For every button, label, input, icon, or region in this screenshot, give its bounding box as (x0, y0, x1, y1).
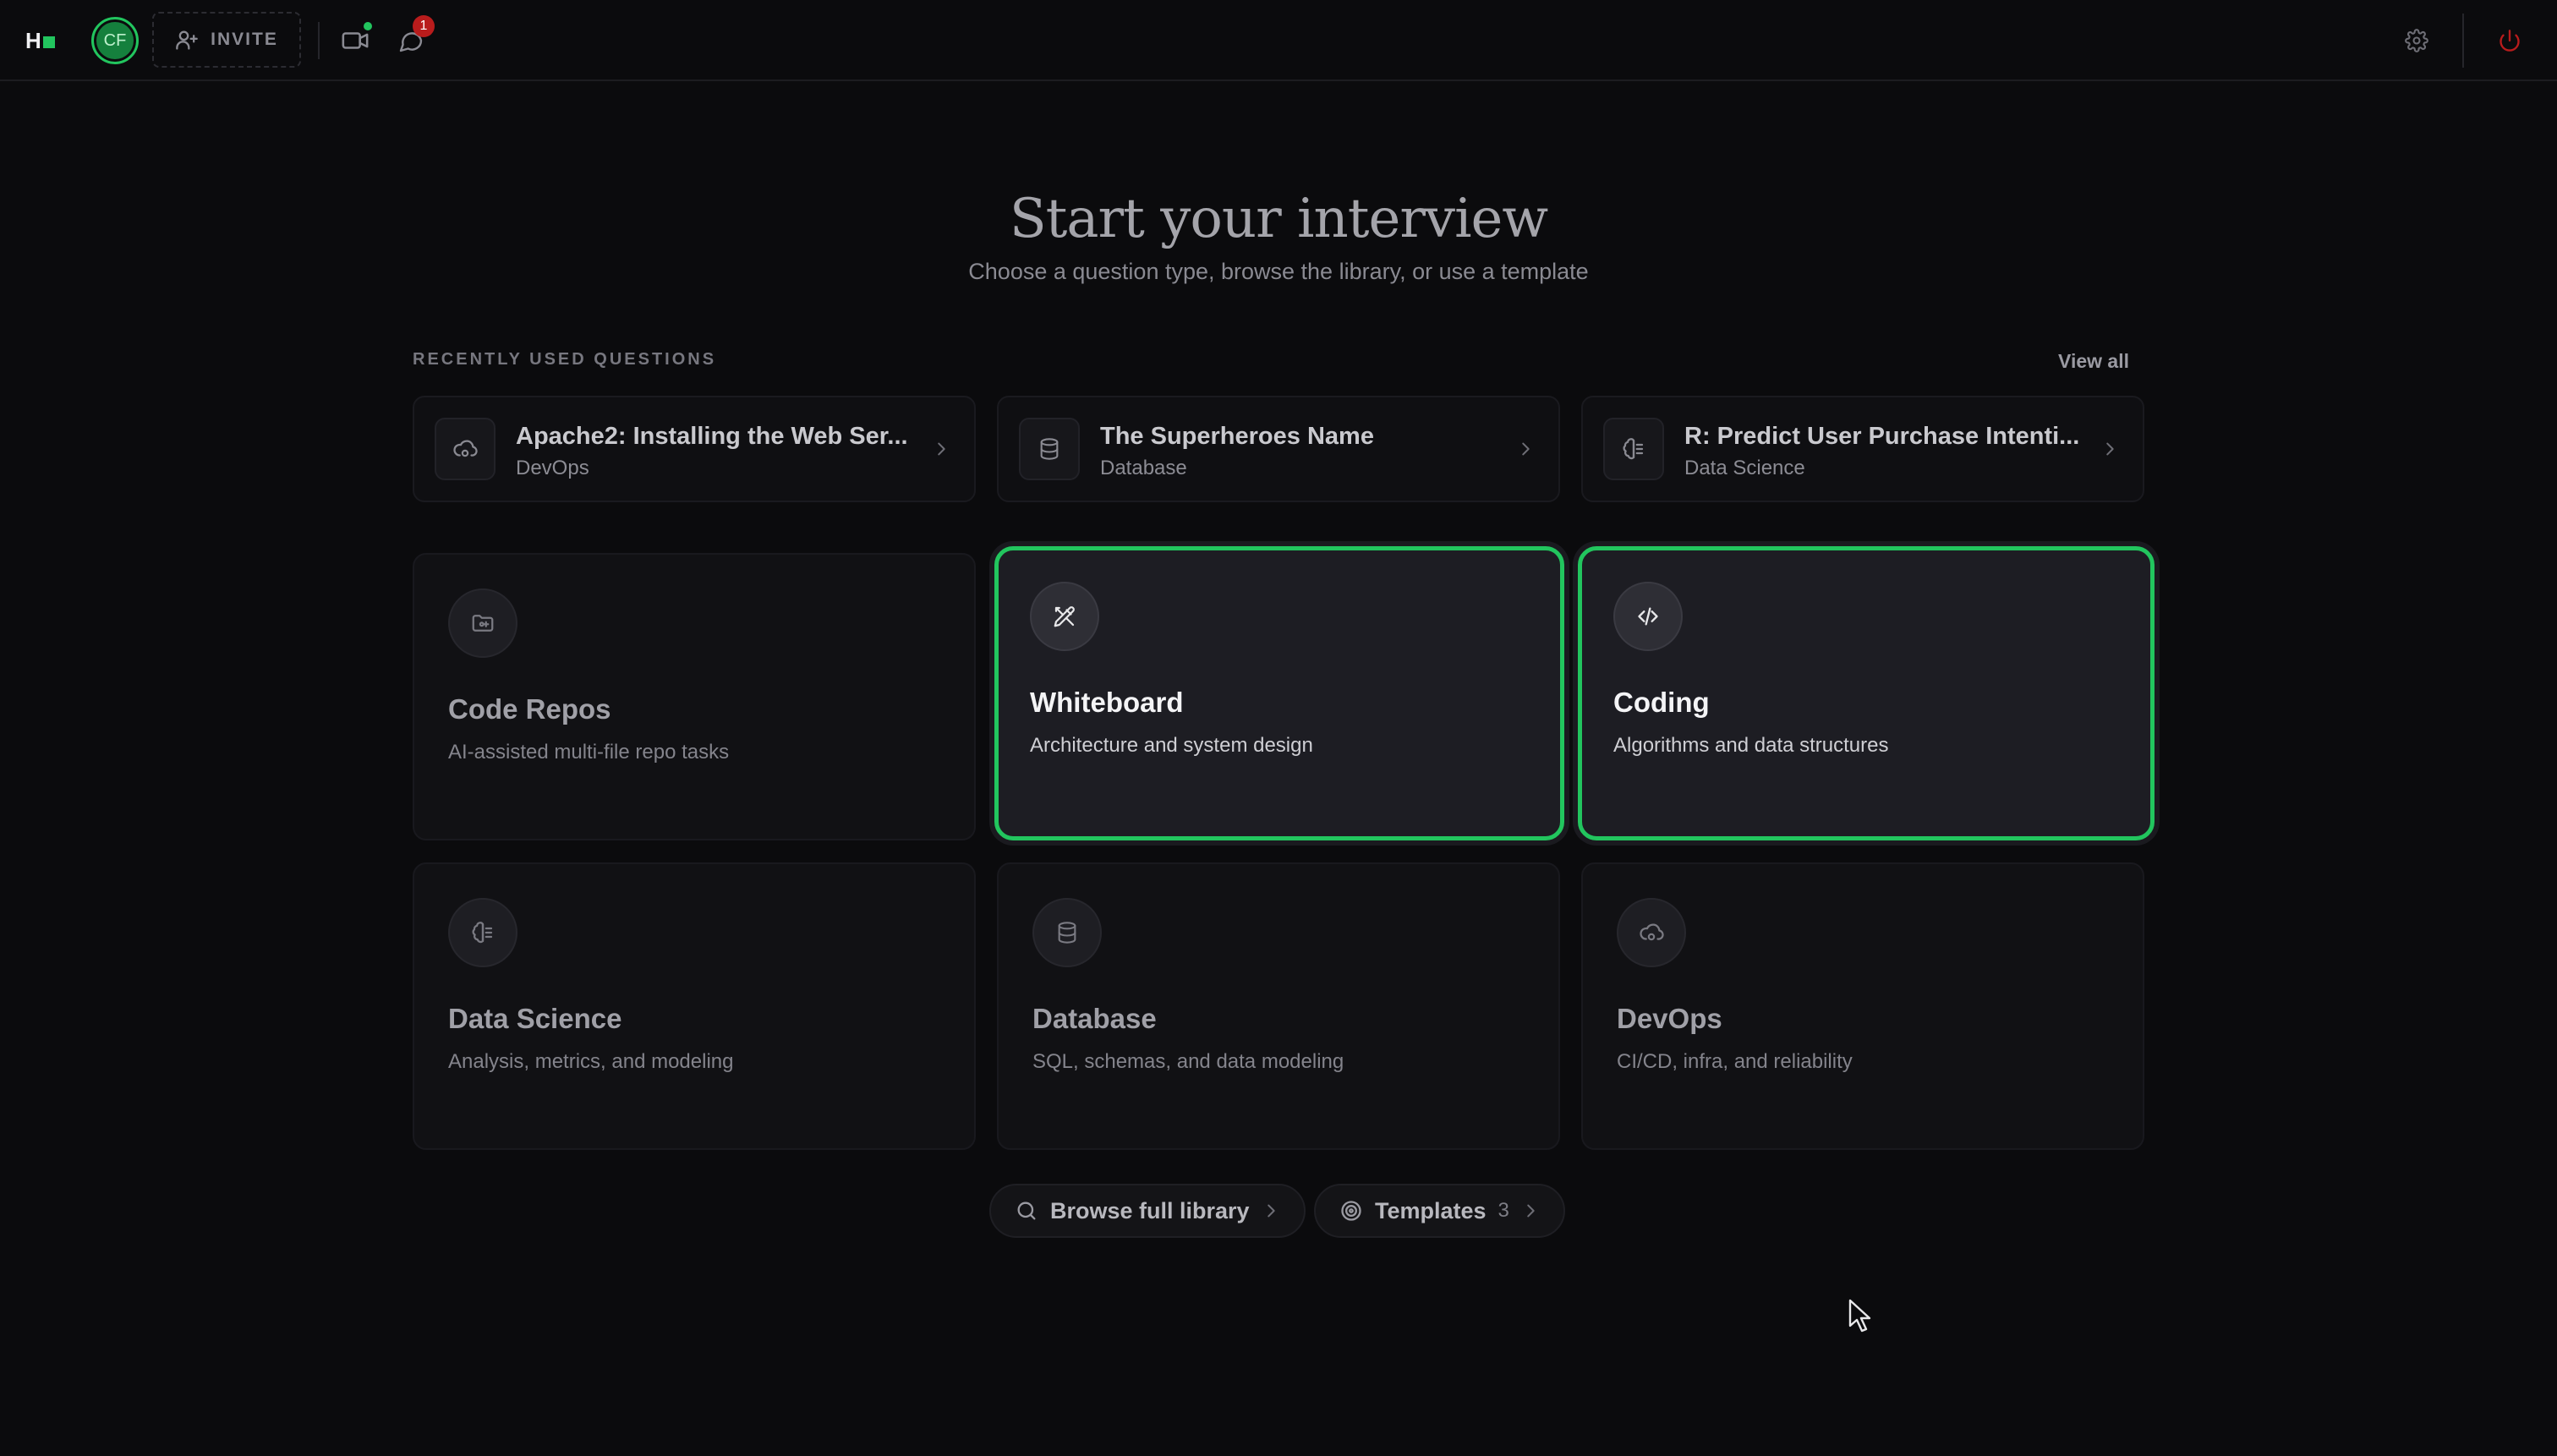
type-card-database[interactable]: Database SQL, schemas, and data modeling (997, 862, 1560, 1150)
type-card-devops[interactable]: DevOps CI/CD, infra, and reliability (1581, 862, 2144, 1150)
type-card-description: Analysis, metrics, and modeling (448, 1050, 734, 1073)
topbar-divider-right (2462, 14, 2464, 68)
user-plus-icon (176, 30, 198, 50)
page-subtitle: Choose a question type, browse the libra… (968, 259, 1589, 284)
type-card-title: Code Repos (448, 693, 611, 725)
recent-question-card[interactable]: R: Predict User Purchase Intenti... Data… (1581, 396, 2144, 502)
browse-library-button[interactable]: Browse full library (989, 1184, 1306, 1238)
target-icon (1341, 1201, 1361, 1221)
recent-question-card[interactable]: The Superheroes Name Database (997, 396, 1560, 502)
type-card-whiteboard[interactable]: Whiteboard Architecture and system desig… (994, 546, 1564, 840)
templates-button[interactable]: Templates 3 (1314, 1184, 1565, 1238)
end-session-button[interactable] (2493, 24, 2527, 57)
view-all-link[interactable]: View all (2029, 350, 2129, 373)
mouse-cursor-icon (1848, 1299, 1871, 1333)
type-card-description: AI-assisted multi-file repo tasks (448, 741, 730, 764)
recent-question-category: DevOps (516, 457, 589, 479)
type-card-data-science[interactable]: Data Science Analysis, metrics, and mode… (413, 862, 976, 1150)
templates-count: 3 (1498, 1199, 1509, 1222)
type-card-title: Coding (1613, 687, 1710, 718)
recent-question-category: Data Science (1684, 457, 1805, 479)
recent-question-title: The Superheroes Name (1100, 423, 1374, 450)
chevron-right-icon (938, 442, 945, 456)
brain-icon (1603, 418, 1664, 480)
chevron-right-icon (2106, 442, 2114, 456)
chevron-right-icon (1267, 1204, 1275, 1218)
type-card-title: DevOps (1617, 1003, 1722, 1034)
type-card-title: Whiteboard (1030, 687, 1184, 718)
recent-question-category: Database (1100, 457, 1187, 479)
chevron-right-icon (1522, 442, 1530, 456)
chevron-right-icon (1527, 1204, 1535, 1218)
search-icon (1017, 1201, 1036, 1220)
recent-section-label: RECENTLY USED QUESTIONS (413, 350, 717, 369)
type-card-title: Data Science (448, 1003, 622, 1034)
video-button[interactable] (338, 22, 372, 57)
type-card-title: Database (1032, 1003, 1157, 1034)
logo-square-icon (42, 36, 55, 48)
database-icon (1019, 418, 1080, 480)
topbar-divider (318, 22, 320, 59)
recent-question-title: R: Predict User Purchase Intenti... (1684, 423, 2080, 450)
power-icon (2500, 30, 2520, 52)
type-card-description: Algorithms and data structures (1613, 734, 1889, 757)
gear-icon (2405, 29, 2428, 52)
pencil-ruler-icon (1030, 582, 1099, 651)
cloud-cog-icon (435, 418, 496, 480)
folder-git-icon (448, 588, 517, 658)
type-card-description: Architecture and system design (1030, 734, 1313, 757)
type-card-code-repos[interactable]: Code Repos AI-assisted multi-file repo t… (413, 553, 976, 840)
app-logo[interactable]: H (25, 25, 55, 56)
notification-badge: 1 (413, 15, 435, 37)
type-card-description: SQL, schemas, and data modeling (1032, 1050, 1344, 1073)
settings-button[interactable] (2400, 24, 2434, 57)
page-title: Start your interview (1009, 188, 1548, 250)
video-icon (342, 32, 369, 49)
video-status-dot (364, 22, 372, 30)
interview-start-page: H CF INVITE 1 Start your interview Choos… (0, 0, 2557, 1456)
chat-button[interactable]: 1 (394, 15, 435, 57)
type-card-description: CI/CD, infra, and reliability (1617, 1050, 1853, 1073)
avatar[interactable]: CF (91, 17, 139, 64)
invite-button[interactable]: INVITE (152, 12, 301, 68)
database-icon (1032, 898, 1102, 967)
recent-question-title: Apache2: Installing the Web Ser... (516, 423, 908, 450)
top-bar: H CF INVITE 1 (0, 0, 2557, 81)
brain-icon (448, 898, 517, 967)
type-card-coding[interactable]: Coding Algorithms and data structures (1578, 546, 2155, 840)
code-icon (1613, 582, 1683, 651)
recent-question-card[interactable]: Apache2: Installing the Web Ser... DevOp… (413, 396, 976, 502)
cloud-cog-icon (1617, 898, 1686, 967)
